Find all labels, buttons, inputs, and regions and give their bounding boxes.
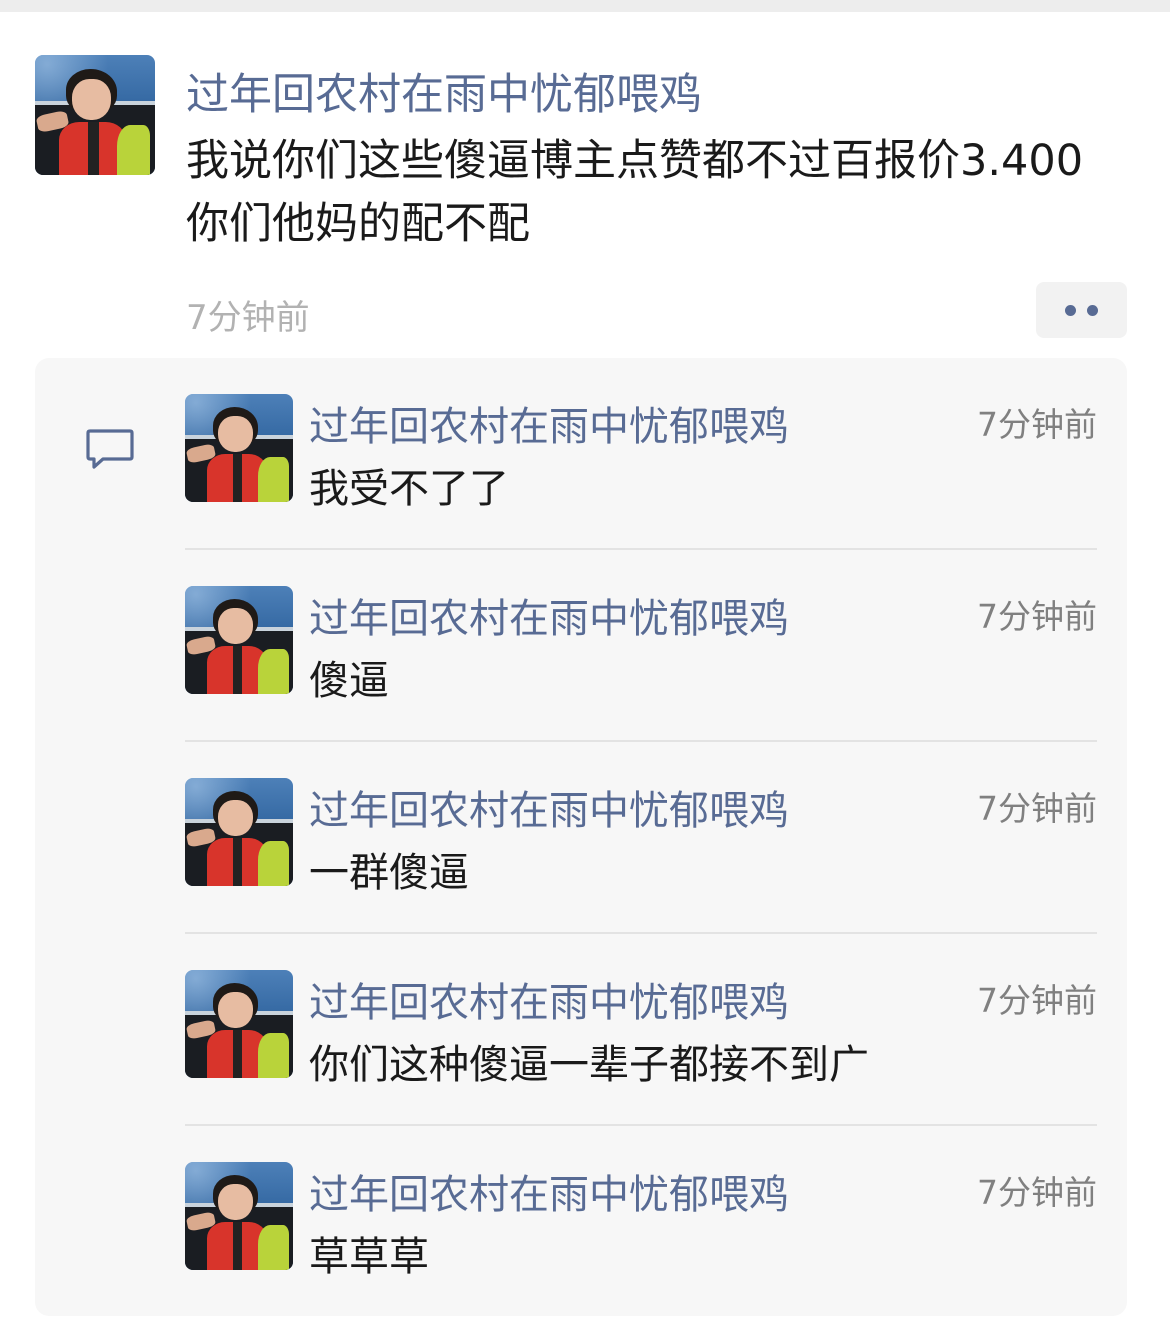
comment-avatar[interactable] xyxy=(185,586,293,694)
comment-avatar[interactable] xyxy=(185,778,293,886)
comment-author-name[interactable]: 过年回农村在雨中忧郁喂鸡 xyxy=(309,778,789,836)
comment-timestamp: 7分钟前 xyxy=(977,981,1097,1020)
comment-text: 你们这种傻逼一辈子都接不到广 xyxy=(309,1042,869,1088)
comment-timestamp: 7分钟前 xyxy=(977,405,1097,444)
comment-bubble-icon xyxy=(86,429,134,469)
comment-text: 草草草 xyxy=(309,1234,429,1280)
more-dots-icon xyxy=(1087,304,1098,316)
comment-author-name[interactable]: 过年回农村在雨中忧郁喂鸡 xyxy=(309,1162,789,1220)
comment-timestamp: 7分钟前 xyxy=(977,789,1097,828)
more-options-button[interactable] xyxy=(1036,282,1127,338)
comment-item[interactable]: 过年回农村在雨中忧郁喂鸡 7分钟前 一群傻逼 xyxy=(185,742,1097,934)
post-timestamp: 7分钟前 xyxy=(186,298,310,338)
comment-item[interactable]: 过年回农村在雨中忧郁喂鸡 7分钟前 草草草 xyxy=(185,1126,1097,1318)
post-text: 我说你们这些傻逼博主点赞都不过百报价3.400你们他妈的配不配 xyxy=(186,136,1084,249)
comment-timestamp: 7分钟前 xyxy=(977,1173,1097,1212)
post-avatar[interactable] xyxy=(35,55,155,175)
comment-timestamp: 7分钟前 xyxy=(977,597,1097,636)
more-dots-icon xyxy=(1065,304,1076,316)
comment-avatar[interactable] xyxy=(185,1162,293,1270)
comment-avatar[interactable] xyxy=(185,394,293,502)
comment-text: 我受不了了 xyxy=(309,466,509,512)
comment-author-name[interactable]: 过年回农村在雨中忧郁喂鸡 xyxy=(309,970,789,1028)
post-author-name[interactable]: 过年回农村在雨中忧郁喂鸡 xyxy=(186,60,702,122)
top-strip xyxy=(0,0,1170,12)
comment-author-name[interactable]: 过年回农村在雨中忧郁喂鸡 xyxy=(309,394,789,452)
comment-author-name[interactable]: 过年回农村在雨中忧郁喂鸡 xyxy=(309,586,789,644)
comment-avatar[interactable] xyxy=(185,970,293,1078)
comment-item[interactable]: 过年回农村在雨中忧郁喂鸡 7分钟前 你们这种傻逼一辈子都接不到广 xyxy=(185,934,1097,1126)
comment-item[interactable]: 过年回农村在雨中忧郁喂鸡 7分钟前 傻逼 xyxy=(185,550,1097,742)
comment-text: 一群傻逼 xyxy=(309,850,469,896)
comment-item[interactable]: 过年回农村在雨中忧郁喂鸡 7分钟前 我受不了了 xyxy=(185,358,1097,550)
comment-text: 傻逼 xyxy=(309,658,389,704)
